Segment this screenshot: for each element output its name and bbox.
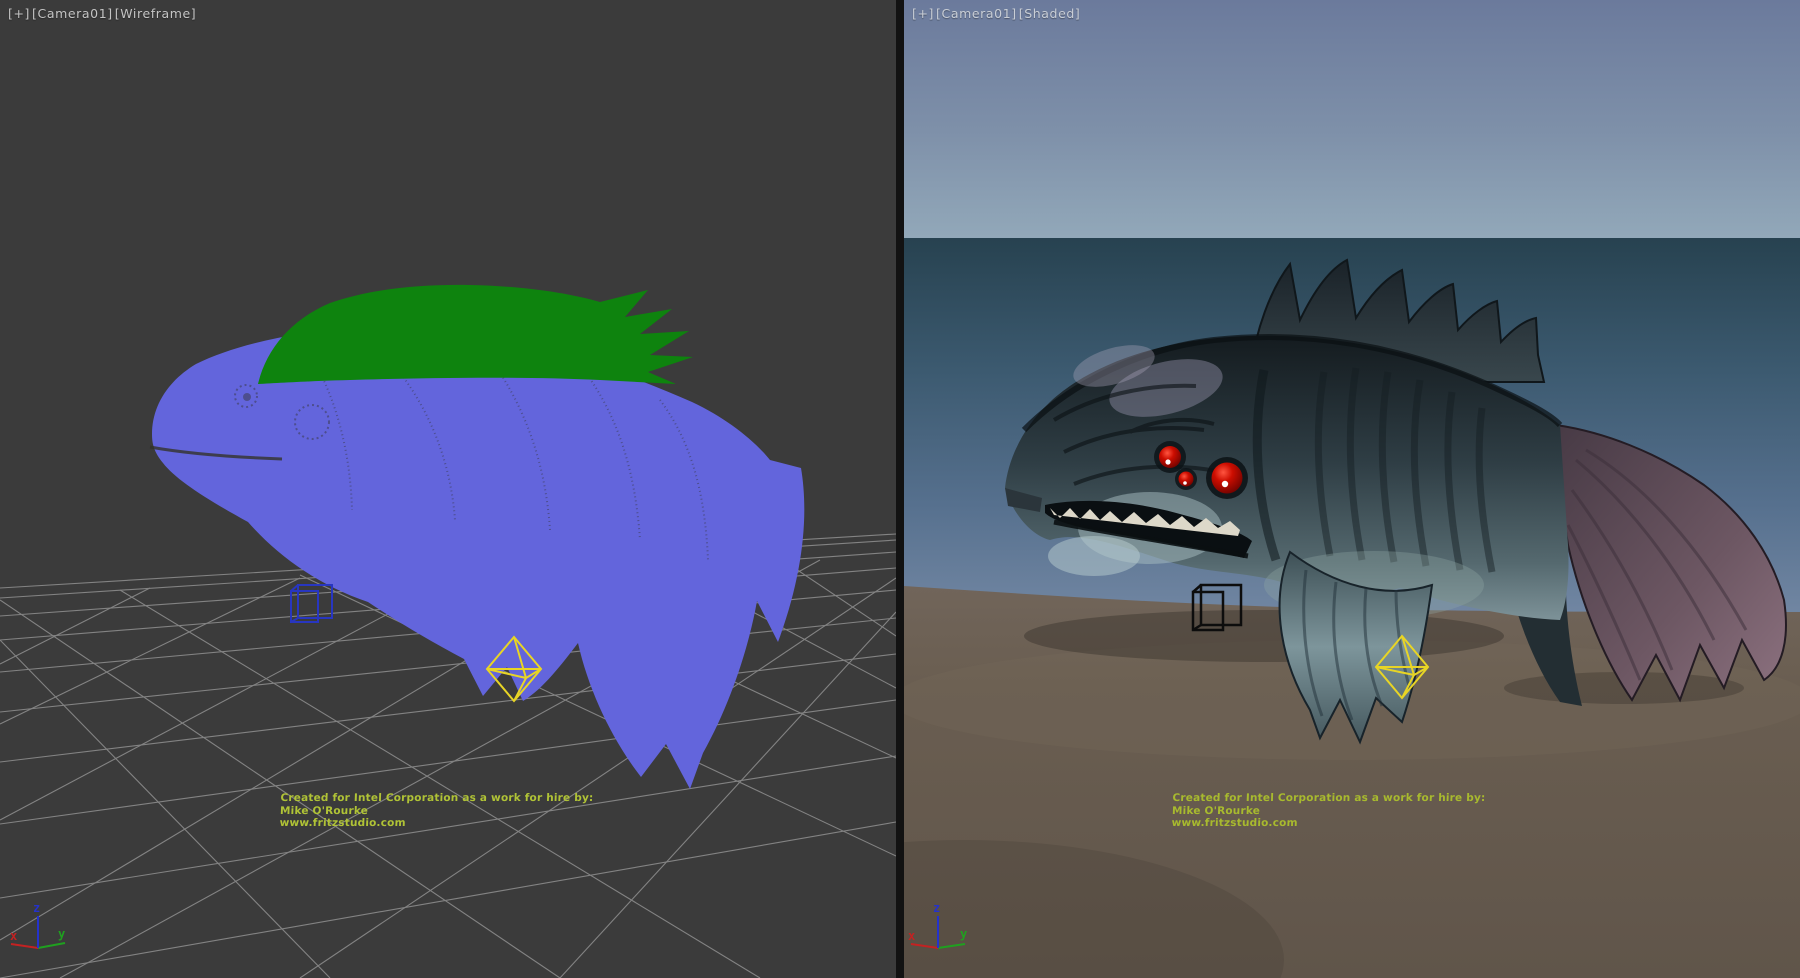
box-helper-wireframe[interactable] xyxy=(291,585,332,622)
eye-red-right xyxy=(1212,463,1243,494)
viewport-camera-menu[interactable]: [Camera01] xyxy=(32,6,113,21)
creature-shadow xyxy=(1024,610,1504,662)
viewport-shading-menu[interactable]: [Wireframe] xyxy=(115,6,197,21)
axis-y-label: y xyxy=(58,927,65,941)
viewport-menu-button[interactable]: [+] xyxy=(912,6,934,21)
viewport-camera-menu[interactable]: [Camera01] xyxy=(936,6,1017,21)
eye-specular-middle xyxy=(1183,481,1187,485)
eye-specular-right xyxy=(1222,481,1228,487)
axis-z-label: z xyxy=(933,901,940,915)
viewport-shaded[interactable]: [+][Camera01][Shaded] xyxy=(904,0,1800,978)
viewport-shading-menu[interactable]: [Shaded] xyxy=(1019,6,1081,21)
viewport-wireframe[interactable]: [+][Camera01][Wireframe] xyxy=(0,0,896,978)
credit-line-2: Mike O'Rourke xyxy=(1172,805,1485,818)
dorsal-fin-mesh-green[interactable] xyxy=(258,285,693,384)
credit-line-2: Mike O'Rourke xyxy=(280,805,593,818)
wireframe-scene-canvas[interactable]: x y z xyxy=(0,0,896,978)
world-axis-gizmo-left: x y z xyxy=(10,901,65,948)
chin-highlight xyxy=(1048,536,1140,576)
axis-y-label: y xyxy=(960,927,967,941)
axis-x-label: x xyxy=(908,929,915,943)
credit-line-3: www.fritzstudio.com xyxy=(1171,817,1484,830)
axis-z-label: z xyxy=(33,901,40,915)
max-viewport-stage: [+][Camera01][Wireframe] xyxy=(0,0,1800,978)
viewport-splitter[interactable] xyxy=(896,0,904,978)
credit-line-1: Created for Intel Corporation as a work … xyxy=(280,792,593,805)
credit-line-3: www.fritzstudio.com xyxy=(279,817,592,830)
scene-credit-text-left: Created for Intel Corporation as a work … xyxy=(279,792,593,830)
credit-line-1: Created for Intel Corporation as a work … xyxy=(1172,792,1485,805)
shaded-scene-canvas[interactable]: x y z xyxy=(904,0,1800,978)
viewport-label-left[interactable]: [+][Camera01][Wireframe] xyxy=(8,6,198,21)
eye-red-left xyxy=(1159,446,1181,468)
fish-mesh-wireframe[interactable] xyxy=(150,285,804,789)
scene-credit-text-right: Created for Intel Corporation as a work … xyxy=(1171,792,1485,830)
viewport-menu-button[interactable]: [+] xyxy=(8,6,30,21)
fish-eye-dot xyxy=(243,393,251,401)
eye-specular-left xyxy=(1165,459,1170,464)
viewport-label-right[interactable]: [+][Camera01][Shaded] xyxy=(912,6,1082,21)
axis-x-label: x xyxy=(10,929,17,943)
